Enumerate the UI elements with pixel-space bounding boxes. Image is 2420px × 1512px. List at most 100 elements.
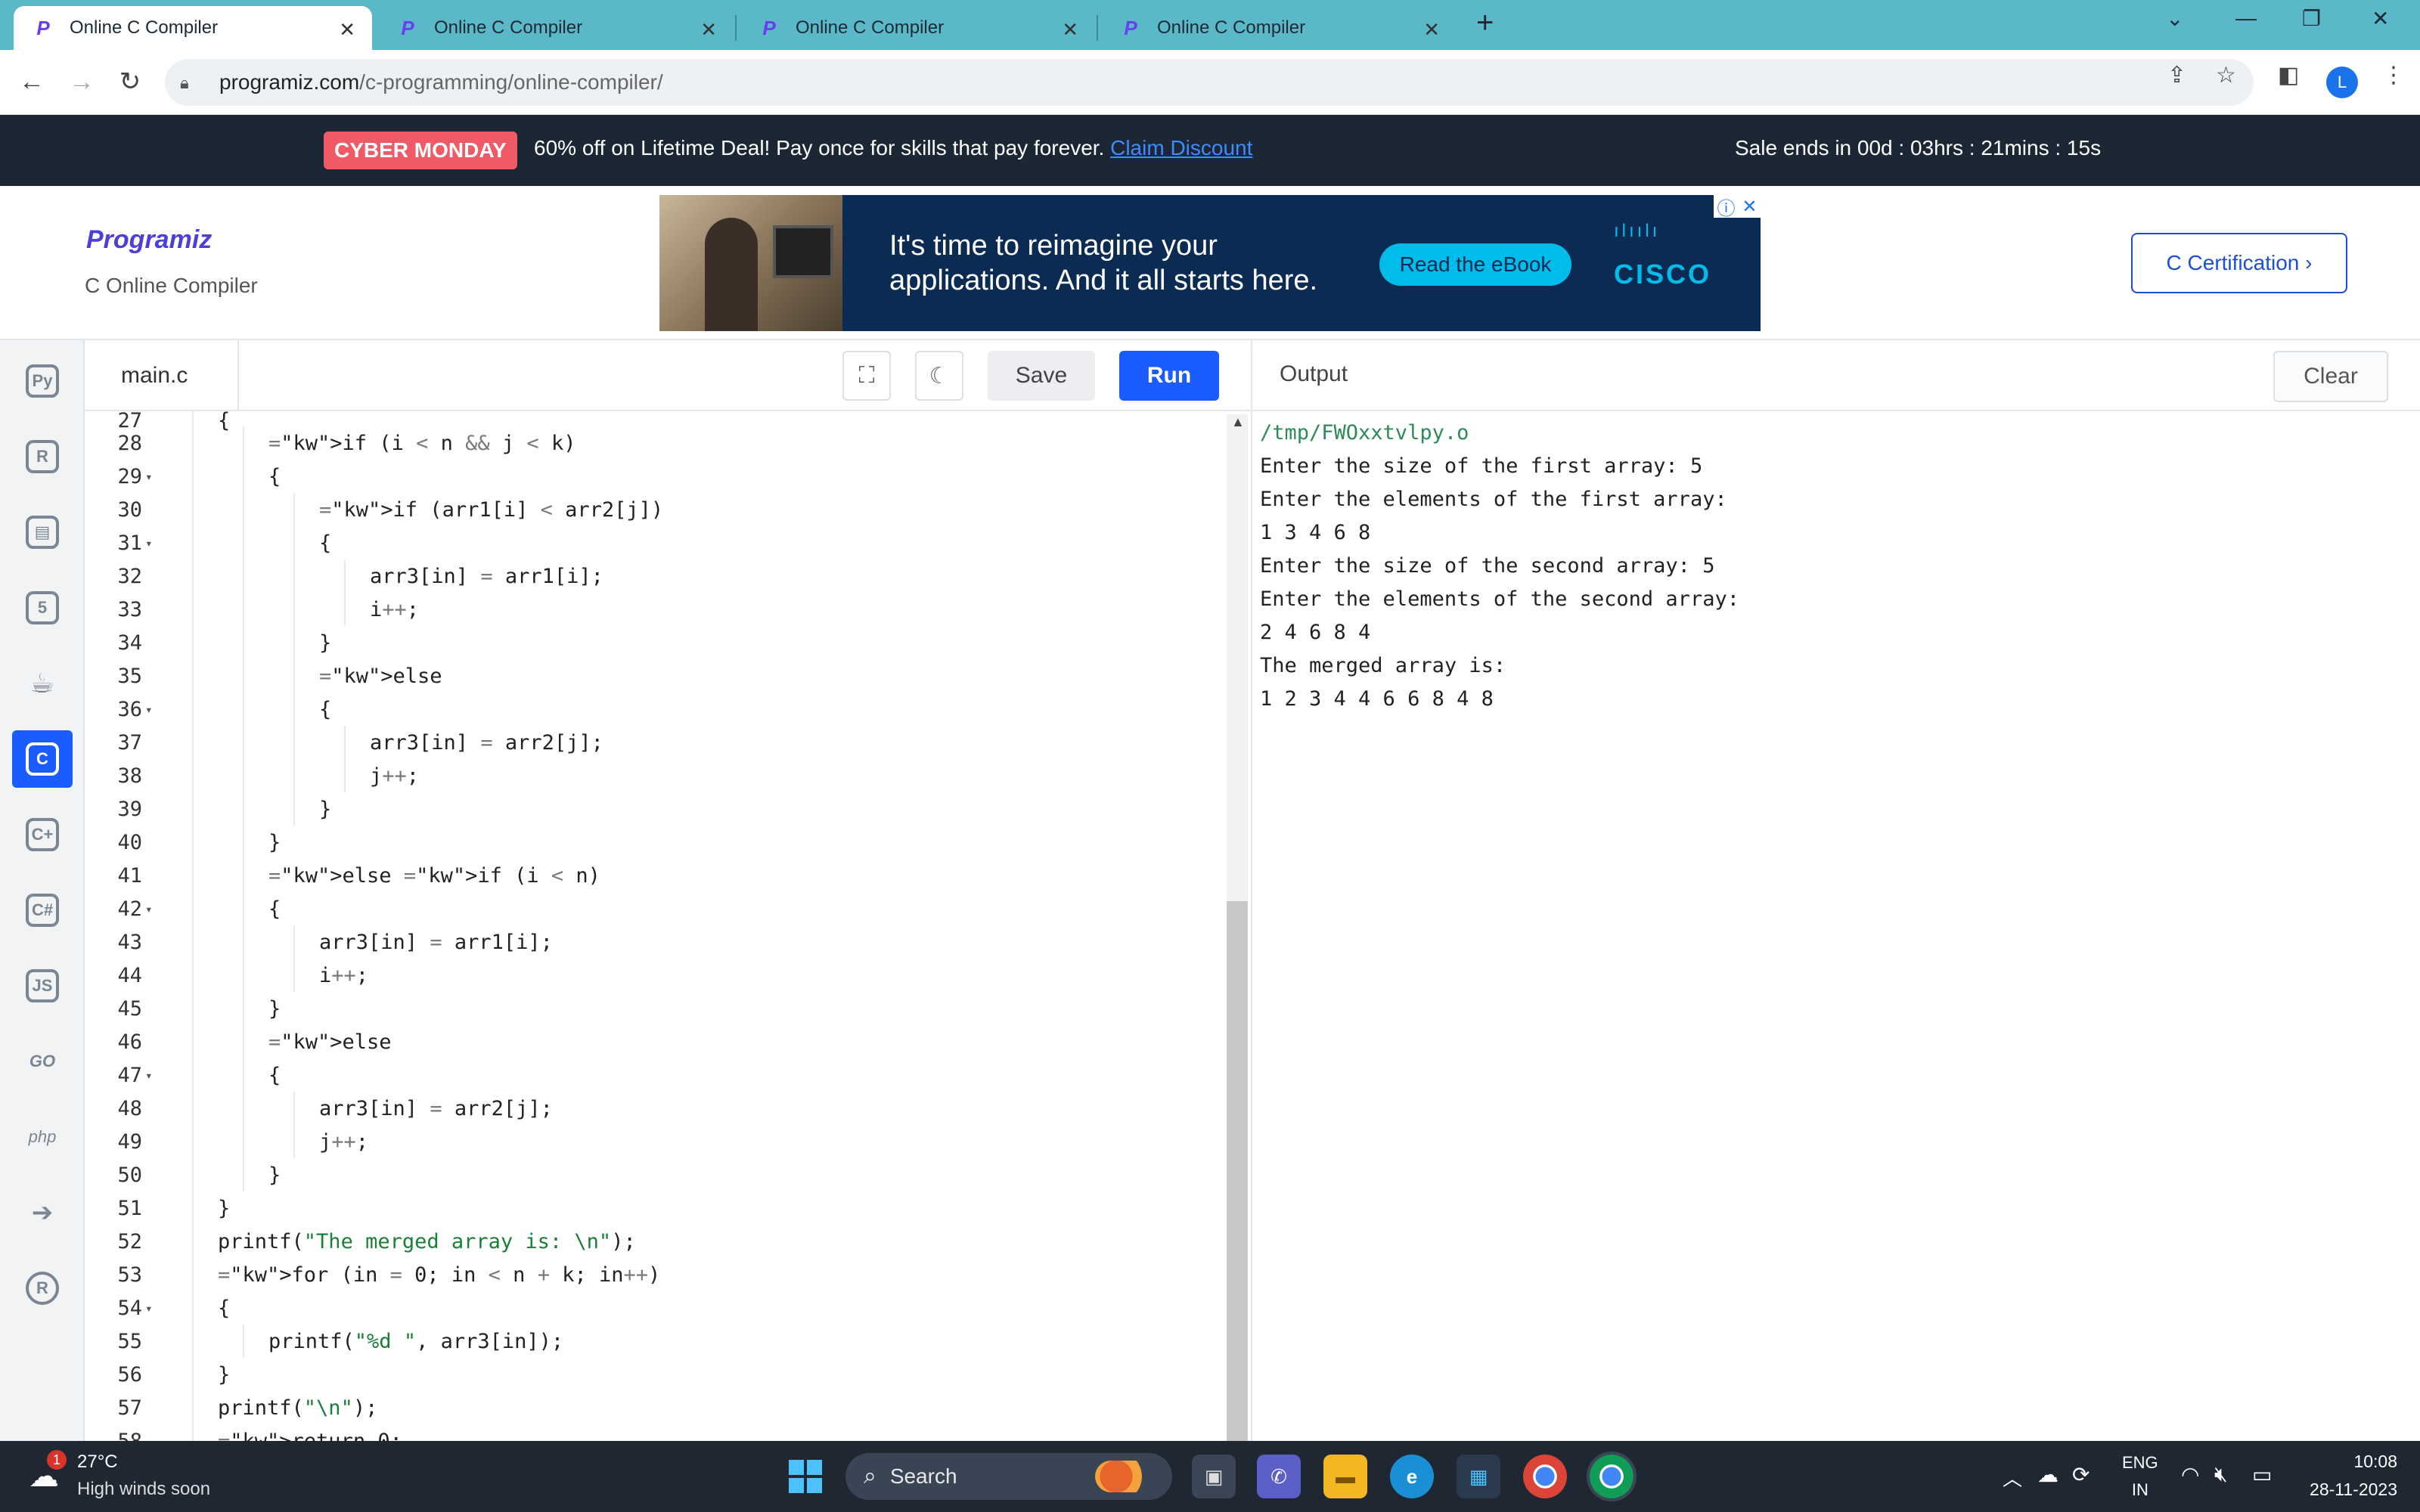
fold-arrow-icon[interactable]: ▾ xyxy=(142,1301,159,1315)
bookmark-star-icon[interactable]: ☆ xyxy=(2216,62,2236,88)
programiz-logo[interactable]: Programiz xyxy=(86,225,212,255)
code-line[interactable]: 43 arr3[in] = arr1[i]; xyxy=(85,925,1219,959)
close-tab-icon[interactable]: ✕ xyxy=(700,18,717,42)
reload-icon[interactable]: ↻ xyxy=(113,65,147,98)
code-line[interactable]: 33 i++; xyxy=(85,593,1219,626)
clear-button[interactable]: Clear xyxy=(2273,351,2388,402)
file-explorer-icon[interactable]: ▬ xyxy=(1323,1455,1367,1498)
lang-rust-button[interactable]: R xyxy=(12,1259,73,1317)
clock[interactable]: 10:08 28-11-2023 xyxy=(2299,1452,2397,1500)
microsoft-store-icon[interactable]: ▦ xyxy=(1457,1455,1500,1498)
back-icon[interactable]: ← xyxy=(15,65,48,98)
lang-cpp-button[interactable]: C+ xyxy=(12,806,73,863)
show-hidden-icons-chevron-icon[interactable]: ︿ xyxy=(2003,1464,2022,1492)
code-line[interactable]: 45} xyxy=(85,992,1219,1025)
code-line[interactable]: 49 j++; xyxy=(85,1125,1219,1158)
lang-javascript-button[interactable]: JS xyxy=(12,957,73,1015)
url-field[interactable]: 🔒︎ programiz.com/c-programming/online-co… xyxy=(165,59,2254,106)
share-icon[interactable]: ⇪ xyxy=(2167,62,2186,88)
browser-tab-4[interactable]: P Online C Compiler ✕ xyxy=(1101,6,1457,50)
code-line[interactable]: 57 printf("\n"); xyxy=(85,1391,1219,1424)
sync-icon[interactable]: ⟳ xyxy=(2072,1462,2090,1487)
ad-close-icon[interactable]: ✕ xyxy=(1742,196,1757,218)
code-line[interactable]: 42 ▾ { xyxy=(85,892,1219,925)
lang-php-button[interactable]: php xyxy=(12,1108,73,1166)
battery-icon[interactable]: ▭ xyxy=(2252,1462,2272,1487)
tab-search-chevron-icon[interactable]: ⌄ xyxy=(2166,6,2183,31)
chat-icon[interactable]: ✆ xyxy=(1257,1455,1301,1498)
fold-arrow-icon[interactable]: ▾ xyxy=(142,702,159,717)
browser-tab-2[interactable]: P Online C Compiler ✕ xyxy=(378,6,734,50)
code-line[interactable]: 30 ="kw">if (arr1[i] < arr2[j]) xyxy=(85,493,1219,526)
scroll-up-icon[interactable]: ▲ xyxy=(1231,414,1245,430)
windows-start-icon[interactable] xyxy=(786,1458,824,1495)
new-tab-icon[interactable]: + xyxy=(1476,6,1494,40)
lang-swift-button[interactable]: ➔ xyxy=(12,1184,73,1241)
code-line[interactable]: 40} xyxy=(85,826,1219,859)
edge-browser-icon[interactable]: e xyxy=(1390,1455,1434,1498)
editor-scrollbar[interactable]: ▲ xyxy=(1227,414,1248,1441)
code-line[interactable]: 35 ="kw">else xyxy=(85,659,1219,692)
code-line[interactable]: 37 arr3[in] = arr2[j]; xyxy=(85,726,1219,759)
task-view-icon[interactable]: ▣ xyxy=(1192,1455,1236,1498)
browser-tab-3[interactable]: P Online C Compiler ✕ xyxy=(740,6,1095,50)
speaker-muted-icon[interactable]: 🔇︎ xyxy=(2214,1462,2228,1487)
code-line[interactable]: 52 printf("The merged array is: \n"); xyxy=(85,1225,1219,1258)
dark-mode-icon[interactable]: ☾ xyxy=(915,351,963,401)
code-line[interactable]: 29 ▾ { xyxy=(85,460,1219,493)
lang-java-button[interactable]: ☕ xyxy=(12,655,73,712)
code-line[interactable]: 55 printf("%d ", arr3[in]); xyxy=(85,1325,1219,1358)
output-console[interactable]: /tmp/FWOxxtvlpy.o Enter the size of the … xyxy=(1251,411,2420,1441)
onedrive-icon[interactable]: ☁ xyxy=(2037,1462,2059,1487)
save-button[interactable]: Save xyxy=(988,351,1095,401)
read-ebook-button[interactable]: Read the eBook xyxy=(1379,243,1571,286)
taskbar-search[interactable]: ⌕ Search xyxy=(845,1453,1172,1500)
fold-arrow-icon[interactable]: ▾ xyxy=(142,469,159,484)
language-indicator[interactable]: ENG IN xyxy=(2122,1453,2158,1500)
profile-avatar[interactable]: L xyxy=(2326,67,2358,98)
lang-r-button[interactable]: R xyxy=(12,428,73,485)
code-line[interactable]: 41 ="kw">else ="kw">if (i < n) xyxy=(85,859,1219,892)
lang-html-button[interactable]: 5 xyxy=(12,579,73,637)
scrollbar-thumb[interactable] xyxy=(1227,901,1248,1441)
code-line[interactable]: 32 arr3[in] = arr1[i]; xyxy=(85,559,1219,593)
weather-temperature[interactable]: 27°C xyxy=(77,1452,118,1473)
close-tab-icon[interactable]: ✕ xyxy=(1423,18,1440,42)
claim-discount-link[interactable]: Claim Discount xyxy=(1110,136,1252,160)
code-line[interactable]: 44 i++; xyxy=(85,959,1219,992)
code-line[interactable]: 31 ▾ { xyxy=(85,526,1219,559)
lang-go-button[interactable]: GO xyxy=(12,1033,73,1090)
weather-text[interactable]: High winds soon xyxy=(77,1479,210,1500)
run-button[interactable]: Run xyxy=(1119,351,1219,401)
code-line[interactable]: 50} xyxy=(85,1158,1219,1191)
lang-csharp-button[interactable]: C# xyxy=(12,881,73,939)
side-panel-icon[interactable]: ◧ xyxy=(2278,62,2299,88)
code-line[interactable]: 48 arr3[in] = arr2[j]; xyxy=(85,1092,1219,1125)
close-tab-icon[interactable]: ✕ xyxy=(339,18,355,42)
chrome-icon[interactable] xyxy=(1523,1455,1567,1498)
code-line[interactable]: 38 j++; xyxy=(85,759,1219,792)
code-line[interactable]: 36 ▾ { xyxy=(85,692,1219,726)
chrome-profile-icon[interactable] xyxy=(1587,1452,1637,1501)
code-editor[interactable]: 27{28 ="kw">if (i < n && j < k) 29 ▾{30 ="kw… xyxy=(85,411,1251,1441)
code-line[interactable]: 51} xyxy=(85,1191,1219,1225)
code-line-partial[interactable]: 58 ="kw">return 0; xyxy=(85,1424,1219,1441)
code-line[interactable]: 54 ▾ { xyxy=(85,1291,1219,1325)
lang-c-button[interactable]: C xyxy=(12,730,73,788)
restore-icon[interactable]: ❐ xyxy=(2302,6,2321,31)
lang-python-button[interactable]: Py xyxy=(12,352,73,410)
cisco-advertisement[interactable]: It's time to reimagine your applications… xyxy=(659,195,1761,331)
c-certification-button[interactable]: C Certification › xyxy=(2131,233,2347,293)
code-line[interactable]: 46 ="kw">else xyxy=(85,1025,1219,1058)
close-window-icon[interactable]: ✕ xyxy=(2372,6,2389,31)
fold-arrow-icon[interactable]: ▾ xyxy=(142,536,159,550)
browser-tab-1[interactable]: P Online C Compiler ✕ xyxy=(14,6,372,50)
fold-arrow-icon[interactable]: ▾ xyxy=(142,1068,159,1083)
ad-info-icon[interactable]: ⓘ xyxy=(1717,195,1735,220)
code-line[interactable]: 47 ▾ { xyxy=(85,1058,1219,1092)
code-line[interactable]: 56} xyxy=(85,1358,1219,1391)
fullscreen-icon[interactable]: ⛶ xyxy=(842,351,891,401)
wifi-icon[interactable]: ◠ xyxy=(2181,1462,2199,1487)
more-menu-icon[interactable]: ⋮ xyxy=(2382,62,2405,88)
code-line[interactable]: 28 ="kw">if (i < n && j < k) xyxy=(85,426,1219,460)
